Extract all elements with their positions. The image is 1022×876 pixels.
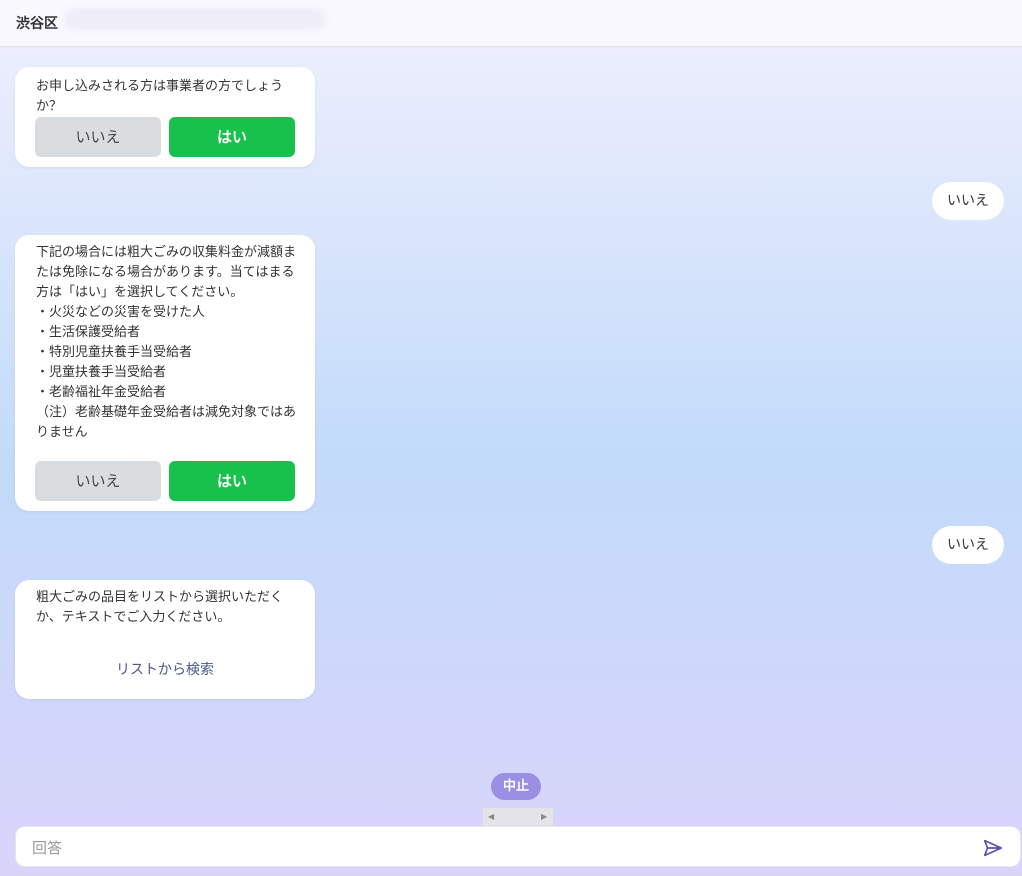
message-text: 下記の場合には粗大ごみの収集料金が減額または免除になる場合があります。当てはまる… bbox=[36, 245, 297, 440]
user-reply-bubble: いいえ bbox=[932, 182, 1004, 220]
no-button[interactable]: いいえ bbox=[35, 461, 161, 501]
bot-message-business-question: お申し込みされる方は事業者の方でしょうか？ いいえ はい bbox=[15, 67, 315, 167]
bot-message-fee-reduction: 下記の場合には粗大ごみの収集料金が減額または免除になる場合があります。当てはまる… bbox=[15, 235, 315, 511]
app-header: 渋谷区 bbox=[0, 0, 1022, 47]
page-title: 渋谷区 bbox=[16, 16, 58, 32]
message-text: 粗大ごみの品目をリストから選択いただくか、テキストでご入力ください。 bbox=[36, 590, 284, 625]
yes-button[interactable]: はい bbox=[169, 461, 295, 501]
chevron-left-icon[interactable]: ◀ bbox=[488, 808, 494, 826]
answer-input[interactable] bbox=[30, 835, 934, 861]
send-icon[interactable] bbox=[982, 837, 1004, 859]
blurred-header-text bbox=[64, 8, 326, 30]
search-from-list-link[interactable]: リストから検索 bbox=[15, 659, 315, 679]
answer-input-bar bbox=[15, 826, 1021, 867]
chevron-right-icon[interactable]: ▶ bbox=[541, 808, 547, 826]
user-reply-bubble: いいえ bbox=[932, 526, 1004, 564]
horizontal-scrollbar[interactable]: ◀ ▶ bbox=[483, 808, 553, 826]
stop-button[interactable]: 中止 bbox=[491, 773, 541, 800]
bot-message-item-selection: 粗大ごみの品目をリストから選択いただくか、テキストでご入力ください。 リストから… bbox=[15, 580, 315, 699]
no-button[interactable]: いいえ bbox=[35, 117, 161, 157]
message-text: お申し込みされる方は事業者の方でしょうか？ bbox=[36, 79, 284, 114]
yes-button[interactable]: はい bbox=[169, 117, 295, 157]
